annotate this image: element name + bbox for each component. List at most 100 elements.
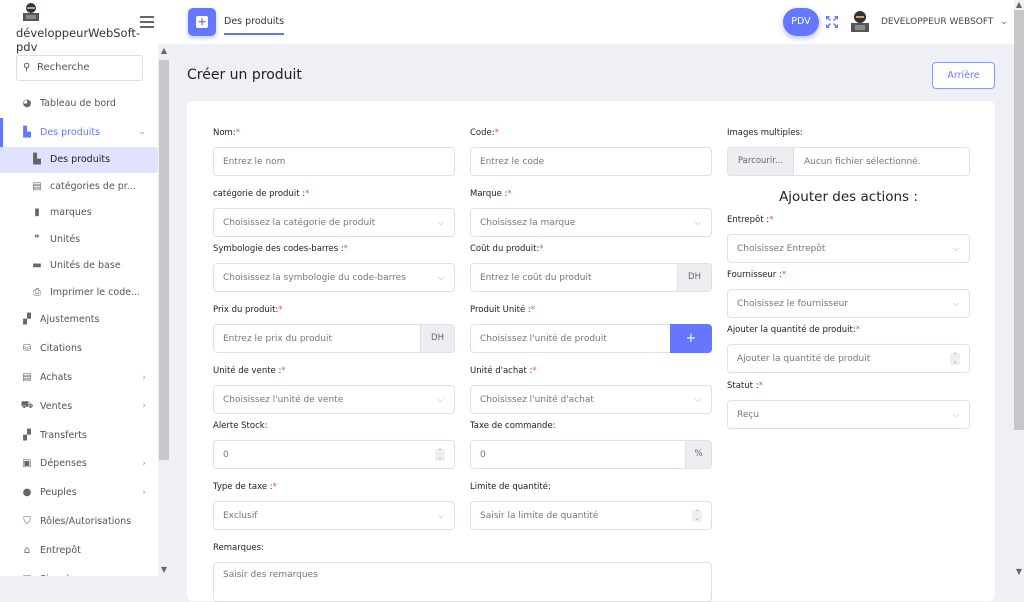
field-label: Unité d'achat :* — [470, 366, 537, 376]
sidebar-item[interactable]: ⌂ Entrepôt — [0, 536, 158, 565]
fullscreen-icon[interactable] — [825, 15, 839, 29]
field-label: Limite de quantité: — [470, 482, 551, 492]
sidebar-item[interactable]: ⛟ Ventes › — [0, 392, 158, 421]
status-select[interactable]: Reçu ⌵ — [727, 400, 970, 429]
shield-icon: ⛉ — [23, 516, 31, 528]
sidebar-item-label: Citations — [40, 343, 82, 355]
field-order-tax: Taxe de commande: 0% — [470, 421, 712, 469]
number-spinner[interactable]: ⌃ ⌄ — [435, 449, 445, 461]
chevron-down-icon: ⌄ — [138, 127, 146, 138]
sidebar-item[interactable]: ⛉ Rôles/Autorisations — [0, 507, 158, 536]
sidebar-item[interactable]: ▤ catégories de pr... — [0, 173, 158, 200]
supplier-select[interactable]: Choisissez le fournisseur ⌵ — [727, 289, 970, 318]
brand-select[interactable]: Choisissez la marque ⌵ — [470, 208, 712, 237]
pdv-button[interactable]: PDV — [783, 8, 819, 36]
sidebar-menu: ◕ Tableau de bord ▙ Des produits ⌄ ▙ Des produ… — [0, 89, 158, 576]
sidebar-item[interactable]: ▞ Ajustements — [0, 306, 158, 335]
name-input[interactable]: Entrez le nom — [213, 147, 455, 176]
scroll-down-icon[interactable]: ▼ — [1014, 567, 1024, 576]
scroll-down-icon[interactable]: ▼ — [158, 565, 170, 574]
sidebar-item[interactable]: ▬ Unités de base — [0, 253, 158, 280]
field-price: Prix du produit:* Entrez le prix du prod… — [213, 305, 455, 353]
sidebar-item[interactable]: ▞ Transferts — [0, 421, 158, 450]
currency-addon: DH — [420, 325, 454, 352]
field-label: Ajouter la quantité de produit:* — [727, 325, 860, 335]
sidebar: développeurWebSoft-pdv ⚲ Recherche ◕ Tabl… — [0, 0, 170, 576]
notes-textarea[interactable]: Saisir des remarques — [213, 562, 712, 602]
field-code: Code:* Entrez le code — [470, 128, 712, 176]
warehouse-select[interactable]: Choisissez Entrepôt ⌵ — [727, 234, 970, 263]
chevron-down-icon: ⌵ — [437, 218, 444, 227]
price-input[interactable]: Entrez le prix du produit DH — [213, 324, 455, 353]
add-unit-button[interactable]: + — [670, 324, 712, 353]
sidebar-item[interactable]: ▣ Dépenses › — [0, 450, 158, 479]
sidebar-scroll-thumb[interactable] — [159, 60, 169, 460]
topbar: + Des produits PDV DEVELOPPEUR WEBSOFT ⌄ — [170, 0, 1014, 44]
number-spinner[interactable]: ⌃ ⌄ — [950, 353, 960, 365]
product-unit-select[interactable]: Choisissez l'unité de produit + — [470, 324, 712, 353]
sidebar-item[interactable]: ▙ Des produits ⌄ — [0, 117, 158, 147]
sidebar-item[interactable]: ◕ Tableau de bord — [0, 89, 158, 118]
sidebar-search-input[interactable]: ⚲ Recherche — [16, 55, 143, 81]
sidebar-nav: ⚲ Recherche ◕ Tableau de bord ▙ Des produit… — [0, 44, 170, 576]
field-label: Alerte Stock: — [213, 421, 268, 431]
purchase-unit-select[interactable]: Choisissez l'unité d'achat ⌵ — [470, 385, 712, 414]
currency-addon: DH — [677, 264, 711, 291]
printer-icon: ⎙ — [33, 286, 41, 298]
chevron-down-icon: ⌄ — [1000, 17, 1008, 27]
user-name: DEVELOPPEUR WEBSOFT — [881, 17, 994, 27]
qty-limit-input[interactable]: Saisir la limite de quantité ⌃ ⌄ — [470, 501, 712, 530]
sidebar-item-label: Ajustements — [40, 314, 100, 326]
scroll-up-icon[interactable]: ▲ — [158, 46, 170, 55]
user-avatar[interactable] — [849, 10, 871, 34]
sidebar-item-label: Unités — [50, 233, 81, 245]
chevron-down-icon: ⌵ — [437, 395, 444, 404]
cost-input[interactable]: Entrez le coût du produit DH — [470, 263, 712, 292]
number-spinner[interactable]: ⌃ ⌄ — [692, 510, 702, 522]
user-menu[interactable]: DEVELOPPEUR WEBSOFT ⌄ — [881, 17, 1008, 27]
menu-toggle-icon[interactable] — [140, 16, 154, 28]
browse-button[interactable]: Parcourir... — [728, 148, 794, 175]
sidebar-scrollbar[interactable]: ▲ ▼ — [158, 44, 170, 576]
main-scrollbar[interactable]: ▲ ▼ — [1014, 0, 1024, 576]
chevron-right-icon: › — [142, 372, 146, 383]
page-title: Créer un produit — [187, 67, 302, 83]
scroll-up-icon[interactable]: ▲ — [1014, 0, 1024, 9]
sidebar-item[interactable]: ▙ Des produits — [0, 146, 158, 174]
stock-alert-input[interactable]: 0 ⌃ ⌄ — [213, 440, 455, 469]
main-scroll-thumb[interactable] — [1014, 10, 1024, 430]
money-icon: ▣ — [22, 458, 32, 470]
sidebar-item-label: Peuples — [40, 487, 77, 499]
sidebar-item-label: Tableau de bord — [40, 97, 116, 109]
order-tax-input[interactable]: 0% — [470, 440, 712, 469]
quote-icon: ❞ — [34, 233, 40, 245]
add-product-tab-icon[interactable]: + — [188, 8, 216, 36]
field-label: Prix du produit:* — [213, 305, 283, 315]
field-status: Statut :* Reçu ⌵ — [727, 381, 970, 429]
field-label: Marque :* — [470, 189, 512, 199]
tab-des-produits[interactable]: Des produits — [224, 16, 285, 35]
field-symbology: Symbologie des codes-barres :* Choisisse… — [213, 244, 455, 292]
back-button[interactable]: Arrière — [932, 62, 995, 89]
sidebar-item[interactable]: ❞ Unités — [0, 226, 158, 253]
sidebar-item[interactable]: ⛁ Citations — [0, 334, 158, 363]
field-product-unit: Produit Unité :* Choisissez l'unité de p… — [470, 305, 712, 353]
images-file-input[interactable]: Parcourir... Aucun fichier sélectionné. — [727, 147, 970, 176]
sidebar-item[interactable]: ▮ marques — [0, 200, 158, 227]
category-select[interactable]: Choisissez la catégorie de produit ⌵ — [213, 208, 455, 237]
sidebar-item[interactable]: ⎙ Imprimer le code... — [0, 279, 158, 306]
tax-type-select[interactable]: Exclusif ⌵ — [213, 501, 455, 530]
chevron-right-icon: › — [142, 401, 146, 412]
field-quantity: Ajouter la quantité de produit:* Ajouter… — [727, 325, 970, 373]
sidebar-item[interactable]: ▥Signaler — [0, 565, 158, 576]
sidebar-item[interactable]: ▤ Achats › — [0, 363, 158, 392]
symbology-select[interactable]: Choisissez la symbologie du code-barres ⌵ — [213, 263, 455, 292]
chevron-right-icon: › — [142, 458, 146, 469]
quantity-input[interactable]: Ajouter la quantité de produit ⌃ ⌄ — [727, 344, 970, 373]
sidebar-item[interactable]: ● Peuples › — [0, 478, 158, 507]
sale-unit-select[interactable]: Choisissez l'unité de vente ⌵ — [213, 385, 455, 414]
code-input[interactable]: Entrez le code — [470, 147, 712, 176]
map-icon: ▞ — [23, 429, 31, 441]
sidebar-item-label: Unités de base — [50, 260, 121, 272]
sidebar-item-label: Ventes — [40, 400, 73, 412]
